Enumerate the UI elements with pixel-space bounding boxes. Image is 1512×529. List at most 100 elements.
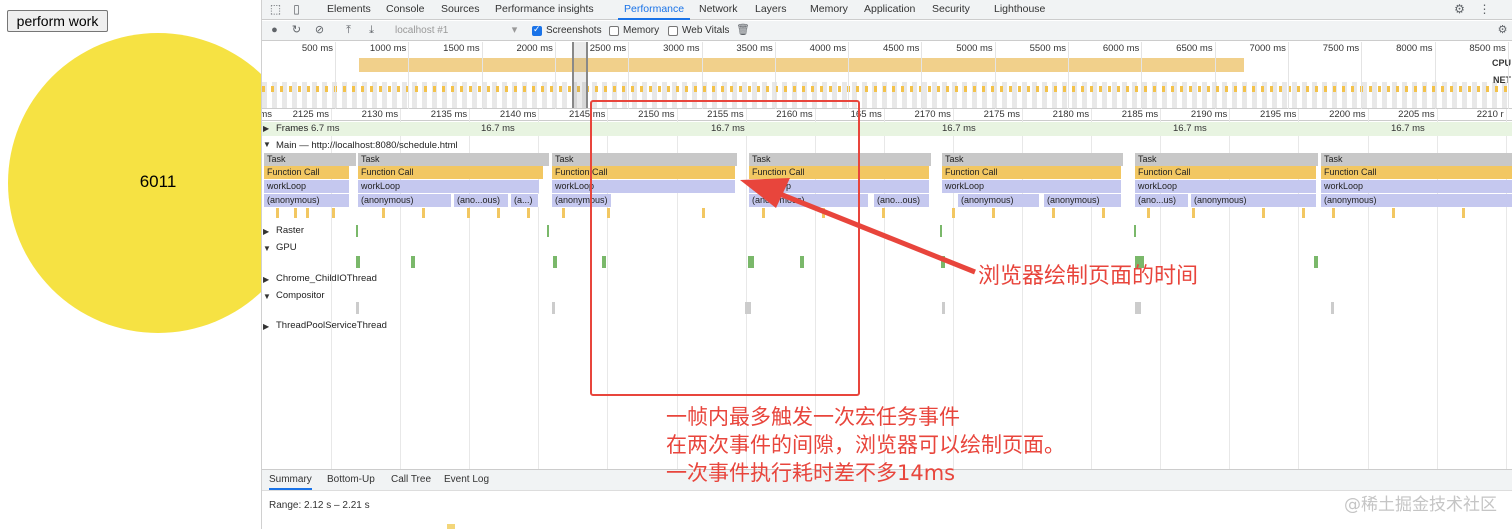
function-call-block[interactable]: Function Call [942, 166, 1122, 179]
record-icon[interactable]: ● [268, 24, 281, 37]
overview-tick-label: 500 ms [301, 43, 333, 54]
raster-track-label[interactable]: Raster [276, 225, 304, 236]
collapse-arrow-icon[interactable]: ▼ [263, 292, 271, 301]
function-call-block[interactable]: Function Call [1321, 166, 1512, 179]
workloop-block[interactable]: workLoop [358, 180, 540, 193]
tab-event-log[interactable]: Event Log [444, 474, 489, 485]
tab-sources[interactable]: Sources [441, 0, 480, 20]
tab-bottom-up[interactable]: Bottom-Up [327, 474, 375, 485]
overview-tick-label: 2500 ms [589, 43, 627, 54]
counter-text: 6011 [139, 172, 177, 191]
flame-row-anonymous: (anonymous) (anonymous) (ano...ous) (a..… [262, 194, 1512, 207]
tab-security[interactable]: Security [932, 0, 970, 20]
trash-icon[interactable]: 🗑 [736, 24, 750, 37]
tab-console[interactable]: Console [386, 0, 425, 20]
settings-gear-icon[interactable]: ⚙ [1453, 3, 1466, 16]
main-thread-label: Main — http://localhost:8080/schedule.ht… [276, 140, 458, 151]
download-icon[interactable]: ⤓ [365, 24, 378, 37]
anonymous-block[interactable]: (anonymous) [1191, 194, 1317, 207]
reload-record-icon[interactable]: ↻ [290, 24, 303, 37]
expand-arrow-icon[interactable]: ▶ [263, 227, 269, 236]
capture-settings-icon[interactable]: ⚙ [1496, 24, 1509, 37]
function-call-block[interactable]: Function Call [358, 166, 544, 179]
compositor-track-label[interactable]: Compositor [276, 290, 325, 301]
anonymous-block[interactable]: (anonymous) [1044, 194, 1122, 207]
range-text: Range: 2.12 s – 2.21 s [269, 500, 370, 511]
workloop-block[interactable]: workLoop [1135, 180, 1317, 193]
threadpool-track-label[interactable]: ThreadPoolServiceThread [276, 320, 387, 331]
tab-network[interactable]: Network [699, 0, 738, 20]
annotation-line-2: 在两次事件的间隙，浏览器可以绘制页面。 [666, 433, 1065, 457]
expand-arrow-icon[interactable]: ▶ [263, 322, 269, 331]
chevron-down-icon[interactable]: ▾ [508, 24, 521, 37]
collapse-arrow-icon[interactable]: ▼ [263, 244, 271, 253]
target-select[interactable]: localhost #1 [395, 25, 448, 36]
expand-arrow-icon[interactable]: ▶ [263, 275, 269, 284]
upload-icon[interactable]: ⤒ [342, 24, 355, 37]
frame-duration: 16.7 ms [1173, 123, 1207, 134]
workloop-block[interactable]: workLoop [1321, 180, 1512, 193]
tab-performance[interactable]: Performance [618, 0, 691, 20]
overview-tick-label: 5500 ms [1029, 43, 1066, 54]
tab-summary[interactable]: Summary [269, 474, 312, 490]
summary-color-swatch [447, 524, 455, 529]
task-block[interactable]: Task [942, 153, 1124, 166]
ruler-tick-label: 2130 ms [361, 109, 399, 120]
anonymous-block[interactable]: (ano...ous) [874, 194, 930, 207]
anonymous-block[interactable]: (anonymous) [264, 194, 350, 207]
ruler-tick-label: 2205 ms [1398, 109, 1435, 120]
task-block[interactable]: Task [1135, 153, 1319, 166]
tab-memory[interactable]: Memory [810, 0, 848, 20]
gpu-track-label[interactable]: GPU [276, 242, 297, 253]
tab-application[interactable]: Application [864, 0, 915, 20]
childio-track-label[interactable]: Chrome_ChildIOThread [276, 273, 377, 284]
main-thread-header[interactable]: ▼ Main — http://localhost:8080/schedule.… [262, 139, 1512, 152]
tab-layers[interactable]: Layers [755, 0, 787, 20]
workloop-block[interactable]: workLoop [942, 180, 1122, 193]
annotation-line-1: 一帧内最多触发一次宏任务事件 [666, 405, 960, 429]
expand-arrow-icon[interactable]: ▶ [263, 124, 269, 133]
ruler-tick-label: 2190 ms [1190, 109, 1228, 120]
tab-elements[interactable]: Elements [327, 0, 371, 20]
tab-lighthouse[interactable]: Lighthouse [994, 0, 1045, 20]
tab-performance-insights[interactable]: Performance insights [495, 0, 594, 20]
function-call-block[interactable]: Function Call [1135, 166, 1317, 179]
more-options-icon[interactable]: ⋮ [1478, 3, 1491, 16]
timeline-overview[interactable]: CPU NET 500 ms 1000 ms 1500 ms 2000 ms 2500 … [262, 42, 1512, 109]
frame-duration: 16.7 ms [1391, 123, 1425, 134]
memory-label: Memory [623, 25, 660, 36]
overview-tick-label: 8000 ms [1396, 43, 1433, 54]
cpu-activity-band [359, 58, 1244, 72]
task-block[interactable]: Task [264, 153, 357, 166]
overview-tick-label: 3500 ms [736, 43, 773, 54]
tab-call-tree[interactable]: Call Tree [391, 474, 431, 485]
webvitals-checkbox[interactable] [668, 26, 678, 36]
small-call-marks [262, 208, 1512, 218]
function-call-block[interactable]: Function Call [264, 166, 350, 179]
ruler-tick-label: 2125 ms [292, 109, 329, 120]
memory-checkbox[interactable] [609, 26, 619, 36]
device-toolbar-icon[interactable]: ▯ [290, 3, 303, 16]
screenshots-checkbox[interactable] [532, 24, 542, 36]
perform-work-button[interactable]: perform work [7, 10, 108, 32]
workloop-block[interactable]: workLoop [264, 180, 350, 193]
anonymous-block[interactable]: (anonymous) [1321, 194, 1512, 207]
flame-row-workloop: workLoop workLoop workLoop workLoop work… [262, 180, 1512, 193]
compositor-bar [942, 302, 945, 314]
clear-icon[interactable]: ⊘ [313, 24, 326, 37]
anonymous-block[interactable]: (ano...us) [1135, 194, 1189, 207]
anonymous-block[interactable]: (anonymous) [958, 194, 1040, 207]
frames-track[interactable]: ▶ Frames 6.7 ms 16.7 ms 16.7 ms 16.7 ms … [262, 122, 1512, 136]
anonymous-block[interactable]: (anonymous) [358, 194, 452, 207]
overview-gridline [554, 42, 556, 109]
task-block[interactable]: Task [358, 153, 550, 166]
anonymous-block[interactable]: (ano...ous) [454, 194, 509, 207]
task-block[interactable]: Task [1321, 153, 1512, 166]
overview-tick-label: 5000 ms [956, 43, 993, 54]
collapse-arrow-icon[interactable]: ▼ [263, 140, 271, 149]
inspect-element-icon[interactable]: ⬚ [269, 3, 282, 16]
flame-row-function-call: Function Call Function Call Function Cal… [262, 166, 1512, 179]
ruler-tick-label: 2170 ms [914, 109, 951, 120]
overview-gridline [774, 42, 776, 109]
anonymous-block[interactable]: (a...) [511, 194, 539, 207]
